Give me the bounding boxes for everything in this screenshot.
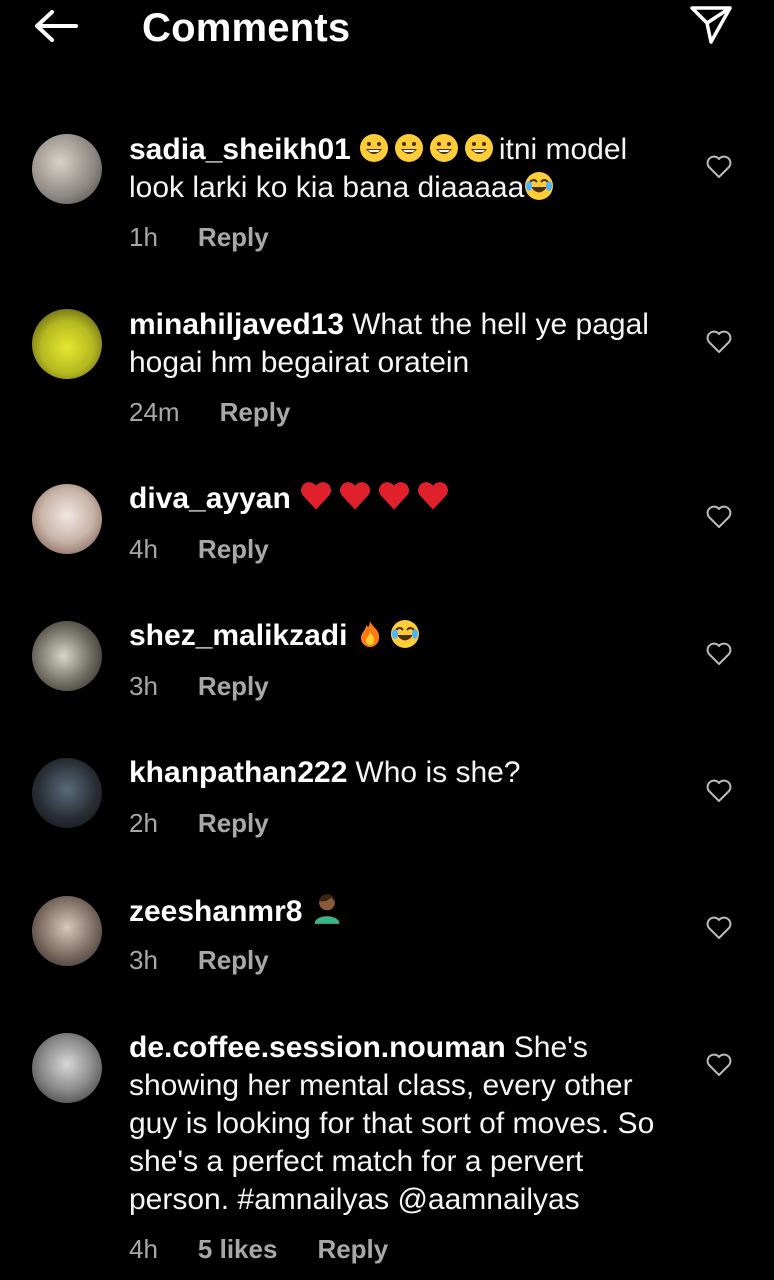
comment-meta: 3h Reply xyxy=(129,944,269,976)
comment-username[interactable]: shez_malikzadi xyxy=(129,619,347,652)
avatar[interactable] xyxy=(32,758,102,828)
comment-meta: 1h Reply xyxy=(129,221,269,253)
heart-icon[interactable] xyxy=(706,1053,732,1077)
comment-text: khanpathan222 Who is she? xyxy=(129,754,679,792)
comment-meta: 3h Reply xyxy=(129,670,269,702)
comment-text: minahiljaved13 What the hell ye pagal hog… xyxy=(129,306,679,382)
comment-time: 3h xyxy=(129,945,158,975)
share-button[interactable] xyxy=(686,2,736,48)
fire-emoji-icon xyxy=(355,619,390,652)
comment-text: sadia_sheikh01 itni model look larki ko k… xyxy=(129,131,679,207)
heart-emoji-icon xyxy=(299,482,455,515)
comment-time: 4h xyxy=(129,1234,158,1264)
reply-button[interactable]: Reply xyxy=(198,670,269,702)
comment-meta: 4h Reply xyxy=(129,533,269,565)
reply-button[interactable]: Reply xyxy=(198,807,269,839)
paper-plane-icon xyxy=(690,6,732,44)
comment-body: Who is she? xyxy=(355,756,521,789)
comment-username[interactable]: minahiljaved13 xyxy=(129,308,344,341)
comment-time: 3h xyxy=(129,671,158,701)
reply-button[interactable]: Reply xyxy=(198,533,269,565)
comment-username[interactable]: zeeshanmr8 xyxy=(129,895,302,928)
likes-count[interactable]: 5 likes xyxy=(198,1233,278,1265)
heart-icon[interactable] xyxy=(706,916,732,940)
heart-icon[interactable] xyxy=(706,155,732,179)
comment-text: diva_ayyan xyxy=(129,480,679,518)
avatar[interactable] xyxy=(32,621,102,691)
heart-icon[interactable] xyxy=(706,330,732,354)
comment-time: 1h xyxy=(129,222,158,252)
back-button[interactable] xyxy=(28,6,82,46)
comment-meta: 2h Reply xyxy=(129,807,269,839)
heart-icon[interactable] xyxy=(706,779,732,803)
comment-username[interactable]: khanpathan222 xyxy=(129,756,347,789)
comment-time: 2h xyxy=(129,808,158,838)
facepalm-emoji-icon xyxy=(310,894,349,928)
joy-emoji-icon xyxy=(524,171,559,204)
page-title: Comments xyxy=(142,6,351,50)
reply-button[interactable]: Reply xyxy=(198,944,269,976)
comment-username[interactable]: de.coffee.session.nouman xyxy=(129,1031,506,1064)
avatar[interactable] xyxy=(32,309,102,379)
comment-text: de.coffee.session.nouman She's showing he… xyxy=(129,1029,689,1219)
comment-text: zeeshanmr8 xyxy=(129,891,679,931)
avatar[interactable] xyxy=(32,484,102,554)
heart-icon[interactable] xyxy=(706,505,732,529)
comment-time: 24m xyxy=(129,397,180,427)
arrow-left-icon xyxy=(35,10,78,42)
reply-button[interactable]: Reply xyxy=(198,221,269,253)
comment-username[interactable]: diva_ayyan xyxy=(129,482,291,515)
heart-icon[interactable] xyxy=(706,642,732,666)
reply-button[interactable]: Reply xyxy=(220,396,291,428)
avatar[interactable] xyxy=(32,896,102,966)
avatar[interactable] xyxy=(32,1033,102,1103)
avatar[interactable] xyxy=(32,134,102,204)
comments-header: Comments xyxy=(0,0,774,60)
comment-meta: 4h 5 likes Reply xyxy=(129,1233,388,1265)
comment-text: shez_malikzadi xyxy=(129,617,679,655)
comment-time: 4h xyxy=(129,534,158,564)
reply-button[interactable]: Reply xyxy=(317,1233,388,1265)
comment-username[interactable]: sadia_sheikh01 xyxy=(129,133,351,166)
grinning-emoji-icon xyxy=(359,133,499,166)
joy-emoji-icon xyxy=(390,619,425,652)
comment-meta: 24m Reply xyxy=(129,396,290,428)
